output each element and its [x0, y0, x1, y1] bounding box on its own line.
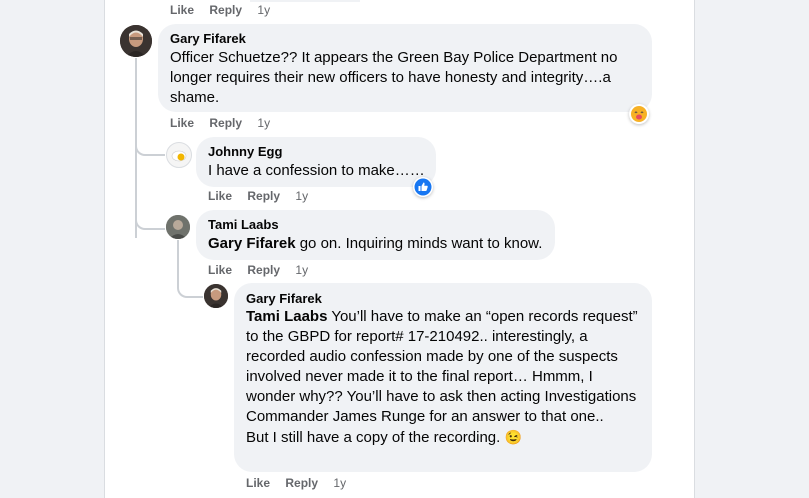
reply-button[interactable]: Reply — [209, 3, 242, 17]
timestamp[interactable]: 1y — [333, 476, 346, 490]
like-button[interactable]: Like — [170, 3, 194, 17]
reply-button[interactable]: Reply — [209, 116, 242, 130]
profile-photo-icon — [166, 215, 190, 239]
comment-author[interactable]: Johnny Egg — [208, 144, 282, 159]
comment-text: I have a confession to make…… — [208, 162, 425, 179]
like-thumb-icon — [414, 178, 432, 196]
reaction-badge[interactable] — [413, 177, 433, 197]
thread-branch — [177, 270, 203, 298]
mention-link[interactable]: Tami Laabs — [246, 308, 327, 325]
comment-actions: Like Reply 1y — [208, 189, 308, 203]
previous-comment-bubble-edge — [250, 0, 360, 2]
reply-button[interactable]: Reply — [247, 263, 280, 277]
timestamp[interactable]: 1y — [295, 189, 308, 203]
timestamp[interactable]: 1y — [257, 116, 270, 130]
reply-button[interactable]: Reply — [247, 189, 280, 203]
avatar[interactable] — [120, 25, 152, 57]
timestamp[interactable]: 1y — [295, 263, 308, 277]
timestamp[interactable]: 1y — [257, 3, 270, 17]
thread-line — [177, 240, 179, 270]
top-comment-actions: Like Reply 1y — [170, 3, 270, 17]
comment-actions: Like Reply 1y — [170, 116, 270, 130]
reaction-badge[interactable] — [629, 104, 649, 124]
comment-text: Officer Schuetze?? It appears the Green … — [170, 49, 618, 106]
avatar[interactable] — [204, 284, 228, 308]
avatar[interactable] — [166, 142, 192, 168]
haha-emoji-icon — [631, 106, 647, 122]
comment-body: You’ll have to make an “open records req… — [246, 308, 638, 425]
comment-text: Gary Fifarek go on. Inquiring minds want… — [208, 234, 542, 254]
profile-photo-icon — [204, 284, 228, 308]
egg-profile-icon — [171, 150, 187, 162]
like-button[interactable]: Like — [208, 263, 232, 277]
comment-author[interactable]: Gary Fifarek — [170, 31, 246, 46]
like-button[interactable]: Like — [208, 189, 232, 203]
comment-body-line: But I still have a copy of the recording… — [246, 429, 505, 446]
mention-link[interactable]: Gary Fifarek — [208, 235, 296, 252]
like-button[interactable]: Like — [246, 476, 270, 490]
comment-author[interactable]: Tami Laabs — [208, 217, 279, 232]
thread-branch — [135, 126, 165, 156]
comment-actions: Like Reply 1y — [246, 476, 346, 490]
avatar[interactable] — [166, 215, 190, 239]
wink-emoji-icon: 😉 — [504, 429, 522, 445]
comment-text: Tami Laabs You’ll have to make an “open … — [246, 307, 642, 448]
comment-body: go on. Inquiring minds want to know. — [295, 235, 543, 252]
like-button[interactable]: Like — [170, 116, 194, 130]
comment-author[interactable]: Gary Fifarek — [246, 291, 322, 306]
reply-button[interactable]: Reply — [285, 476, 318, 490]
thread-branch — [135, 200, 165, 230]
profile-photo-icon — [120, 25, 152, 57]
comment-actions: Like Reply 1y — [208, 263, 308, 277]
